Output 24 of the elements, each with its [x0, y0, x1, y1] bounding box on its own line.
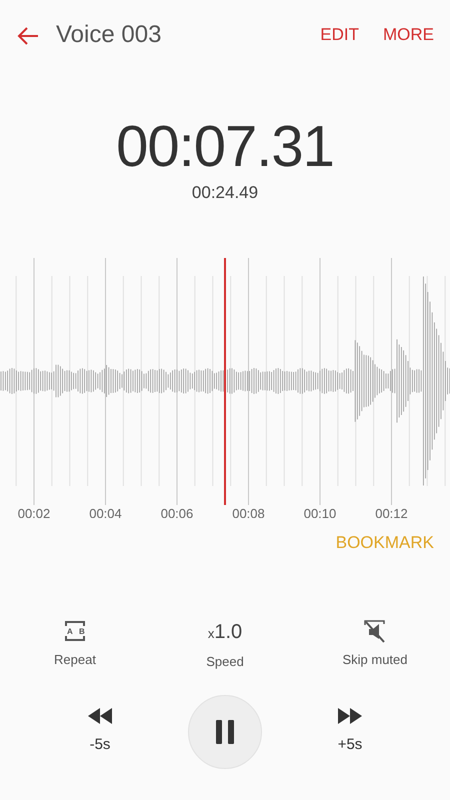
- skip-button[interactable]: +5s: [310, 705, 390, 758]
- option-label: Skip muted: [342, 651, 408, 669]
- rewind-icon: [86, 706, 114, 726]
- time-label: 00:08: [232, 506, 265, 518]
- option-label: Repeat: [54, 651, 96, 669]
- time-label: 00:04: [89, 506, 122, 518]
- recording-title: Voice 003: [56, 20, 162, 50]
- elapsed-time: 00:07.31: [116, 118, 334, 176]
- speed-value: x1.0: [208, 620, 242, 645]
- skip-button[interactable]: -5s: [60, 705, 140, 758]
- option-label: Speed: [206, 653, 244, 671]
- fast-forward-icon: [336, 706, 364, 726]
- option-button[interactable]: A B Repeat: [0, 617, 150, 672]
- time-label: 00:02: [18, 506, 50, 518]
- action-button[interactable]: MORE: [383, 22, 434, 48]
- total-duration: 00:24.49: [192, 182, 258, 204]
- time-label: 00:06: [160, 506, 194, 518]
- time-label: 00:12: [375, 506, 408, 518]
- option-button[interactable]: x1.0 Speed: [150, 617, 300, 672]
- option-button[interactable]: Skip muted: [300, 617, 450, 672]
- time-label: 00:10: [304, 506, 336, 518]
- pause-icon: [214, 720, 236, 744]
- muted-speaker-icon: [362, 618, 388, 644]
- action-button[interactable]: EDIT: [320, 22, 359, 48]
